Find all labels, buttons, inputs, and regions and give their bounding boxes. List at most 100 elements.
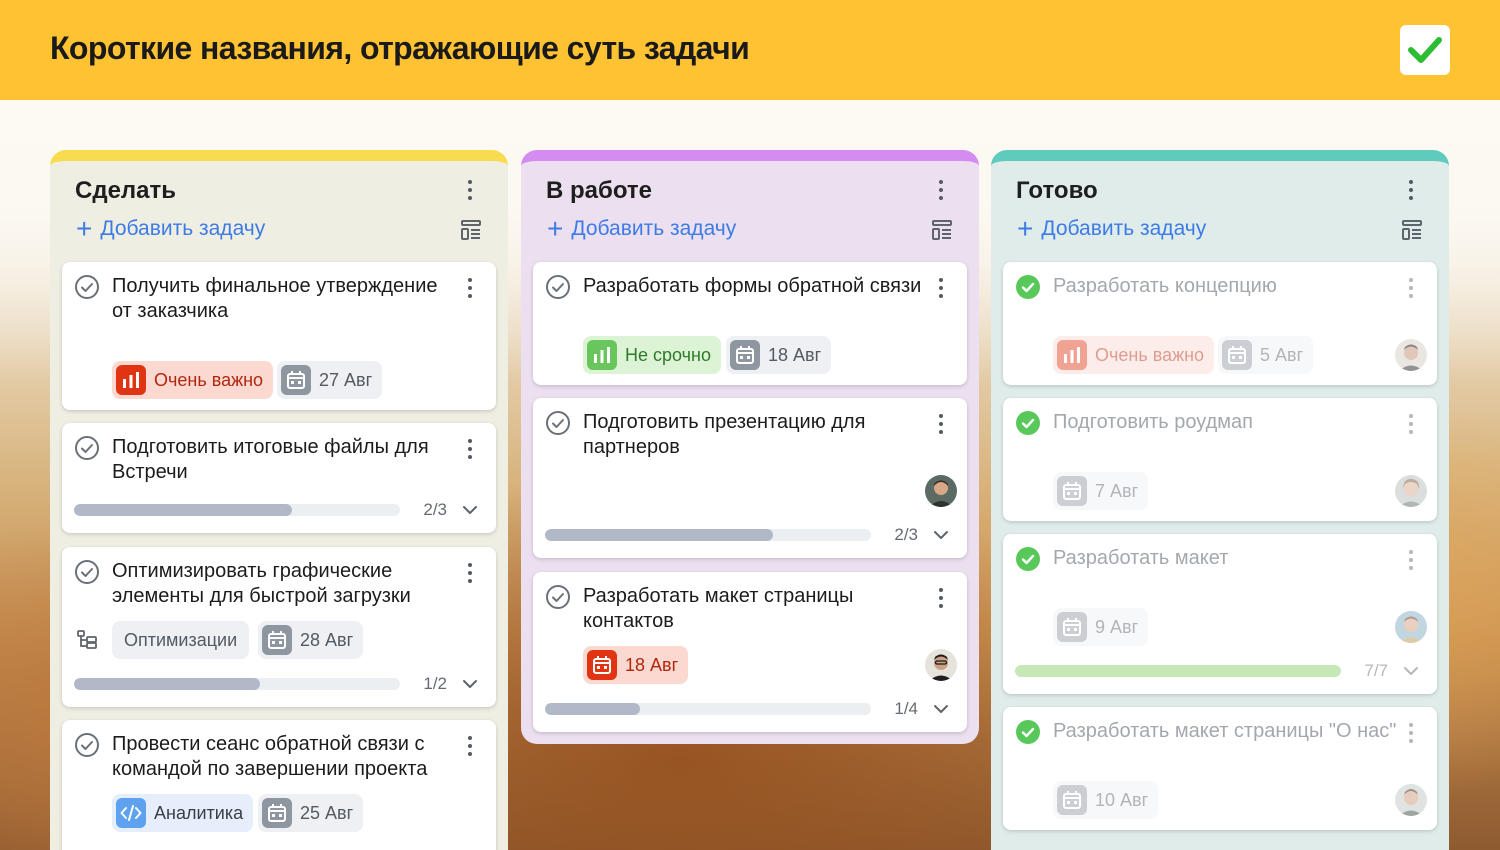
add-task-label: Добавить задачу	[571, 217, 737, 240]
column-title: В работе	[546, 177, 652, 204]
tag-badge[interactable]: Аналитика	[112, 794, 254, 832]
check-circle-outline-icon[interactable]	[545, 584, 571, 610]
due-date-badge[interactable]: 9 Авг	[1053, 608, 1149, 646]
check-circle-outline-icon[interactable]	[74, 274, 100, 300]
due-date-label: 18 Авг	[625, 654, 679, 675]
task-card[interactable]: Разработать формы обратной связи Не сроч…	[533, 262, 967, 385]
more-vertical-icon[interactable]	[460, 177, 480, 203]
add-task-button[interactable]: + Добавить задачу	[76, 215, 265, 243]
layout-icon[interactable]	[931, 219, 953, 241]
column-done: Готово + Добавить задачу Разработать кон…	[991, 150, 1449, 850]
avatar[interactable]	[1395, 475, 1427, 507]
bar-chart-icon	[587, 340, 617, 370]
more-vertical-icon[interactable]	[1401, 547, 1421, 573]
due-date-badge[interactable]: 7 Авг	[1053, 472, 1149, 510]
plus-icon: +	[1017, 213, 1034, 244]
check-circle-outline-icon[interactable]	[74, 559, 100, 585]
progress-fill	[74, 504, 293, 516]
chevron-down-icon[interactable]	[1401, 661, 1421, 681]
chevron-down-icon[interactable]	[460, 500, 480, 520]
task-card[interactable]: Разработать макет страницы контактов 18 …	[533, 572, 967, 732]
task-card[interactable]: Получить финальное утверждение от заказч…	[62, 262, 496, 410]
check-circle-filled-icon[interactable]	[1015, 719, 1041, 745]
task-card[interactable]: Разработать макет 9 Авг 7/7	[1003, 534, 1437, 694]
due-date-badge[interactable]: 10 Авг	[1053, 781, 1159, 819]
task-card[interactable]: Разработать концепцию Очень важно 5 Авг	[1003, 262, 1437, 385]
more-vertical-icon[interactable]	[460, 560, 480, 586]
subtask-count: 2/3	[894, 525, 918, 544]
add-task-button[interactable]: + Добавить задачу	[547, 215, 737, 243]
due-date-label: 28 Авг	[300, 629, 354, 650]
check-circle-filled-icon[interactable]	[1015, 546, 1041, 572]
task-title: Разработать макет страницы "О нас"	[1053, 720, 1397, 742]
due-date-badge[interactable]: 18 Авг	[726, 336, 832, 374]
tag-badge[interactable]: Оптимизации	[112, 621, 250, 659]
more-vertical-icon[interactable]	[460, 275, 480, 301]
avatar[interactable]	[1395, 784, 1427, 816]
page-title: Короткие названия, отражающие суть задач…	[50, 30, 750, 66]
task-card[interactable]: Подготовить итоговые файлы для Встречи 2…	[62, 423, 496, 533]
task-card[interactable]: Провести сеанс обратной связи с командой…	[62, 720, 496, 850]
more-vertical-icon[interactable]	[1401, 411, 1421, 437]
priority-badge[interactable]: Очень важно	[112, 361, 274, 399]
due-date-badge[interactable]: 27 Авг	[277, 361, 383, 399]
chevron-down-icon[interactable]	[931, 699, 951, 719]
due-date-badge[interactable]: 5 Авг	[1218, 336, 1314, 374]
more-vertical-icon[interactable]	[1401, 720, 1421, 746]
priority-label: Не срочно	[625, 344, 711, 365]
calendar-icon	[587, 650, 617, 680]
subtask-progress-bar	[74, 678, 400, 690]
check-circle-filled-icon[interactable]	[1015, 274, 1041, 300]
check-circle-outline-icon[interactable]	[74, 435, 100, 461]
calendar-icon	[262, 798, 292, 828]
check-circle-outline-icon[interactable]	[545, 410, 571, 436]
priority-label: Очень важно	[1095, 344, 1205, 365]
task-card[interactable]: Подготовить презентацию для партнеров 2/…	[533, 398, 967, 558]
calendar-icon	[1057, 612, 1087, 642]
more-vertical-icon[interactable]	[460, 436, 480, 462]
column-in-progress: В работе + Добавить задачу Разработать ф…	[521, 150, 979, 744]
layout-icon[interactable]	[460, 219, 482, 241]
column-title: Готово	[1016, 177, 1098, 204]
avatar[interactable]	[1395, 611, 1427, 643]
header-banner: Короткие названия, отражающие суть задач…	[0, 0, 1500, 100]
task-card[interactable]: Оптимизировать графические элементы для …	[62, 547, 496, 707]
more-vertical-icon[interactable]	[931, 275, 951, 301]
avatar[interactable]	[925, 475, 957, 507]
more-vertical-icon[interactable]	[931, 585, 951, 611]
due-date-label: 10 Авг	[1095, 789, 1149, 810]
avatar[interactable]	[925, 649, 957, 681]
priority-badge[interactable]: Очень важно	[1053, 336, 1215, 374]
more-vertical-icon[interactable]	[1401, 177, 1421, 203]
priority-badge[interactable]: Не срочно	[583, 336, 721, 374]
chevron-down-icon[interactable]	[931, 525, 951, 545]
due-date-label: 27 Авг	[319, 369, 373, 390]
due-date-badge[interactable]: 18 Авг	[583, 646, 689, 684]
more-vertical-icon[interactable]	[931, 411, 951, 437]
more-vertical-icon[interactable]	[931, 177, 951, 203]
layout-icon[interactable]	[1401, 219, 1423, 241]
tag-label: Аналитика	[154, 802, 244, 823]
due-date-badge[interactable]: 28 Авг	[258, 621, 364, 659]
add-task-label: Добавить задачу	[1041, 217, 1207, 240]
avatar[interactable]	[1395, 339, 1427, 371]
check-circle-outline-icon[interactable]	[545, 274, 571, 300]
check-circle-filled-icon[interactable]	[1015, 410, 1041, 436]
task-card[interactable]: Разработать макет страницы "О нас" 10 Ав…	[1003, 707, 1437, 830]
check-circle-outline-icon[interactable]	[74, 732, 100, 758]
chevron-down-icon[interactable]	[460, 674, 480, 694]
due-date-badge[interactable]: 25 Авг	[258, 794, 364, 832]
task-card[interactable]: Подготовить роудмап 7 Авг	[1003, 398, 1437, 521]
add-task-button[interactable]: + Добавить задачу	[1017, 213, 1207, 244]
bar-chart-icon	[1057, 340, 1087, 370]
task-title: Подготовить роудмап	[1053, 411, 1253, 433]
task-title: Оптимизировать графические элементы для …	[112, 560, 411, 607]
task-title: Разработать формы обратной связи	[583, 275, 922, 297]
more-vertical-icon[interactable]	[1401, 275, 1421, 301]
task-title: Разработать концепцию	[1053, 275, 1277, 297]
calendar-icon	[730, 340, 760, 370]
more-vertical-icon[interactable]	[460, 733, 480, 759]
due-date-label: 25 Авг	[300, 802, 354, 823]
subtask-progress-bar	[74, 504, 400, 516]
subtask-count: 1/2	[423, 674, 447, 693]
